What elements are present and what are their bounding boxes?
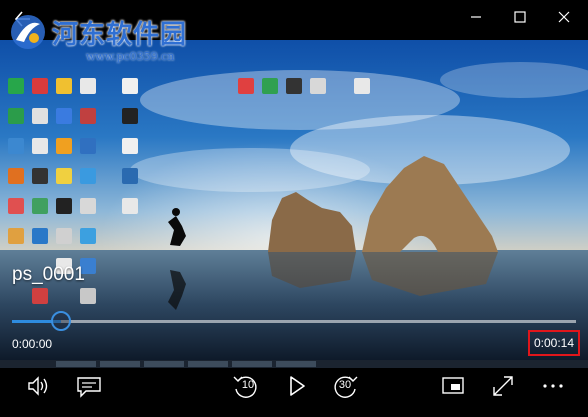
current-time: 0:00:00 xyxy=(12,337,53,351)
play-icon xyxy=(290,376,305,396)
desktop-icon xyxy=(32,198,48,214)
skip-back-button[interactable]: 10 xyxy=(230,371,260,401)
desktop-icon xyxy=(32,228,48,244)
desktop-icon xyxy=(80,168,96,184)
desktop-icon xyxy=(122,108,138,124)
seek-thumb[interactable] xyxy=(51,311,72,331)
more-icon xyxy=(543,384,563,388)
desktop-icon xyxy=(122,78,138,94)
playback-controls: 10 30 xyxy=(0,368,588,417)
desktop-icon xyxy=(286,78,302,94)
minimize-button[interactable] xyxy=(460,4,492,30)
captions-icon xyxy=(77,377,101,398)
mini-view-button[interactable] xyxy=(438,371,468,401)
total-time: 0:00:14 xyxy=(528,330,580,356)
desktop-icon xyxy=(32,288,48,304)
watermark-mark-icon xyxy=(11,15,45,49)
desktop-icon xyxy=(80,228,96,244)
desktop-icon xyxy=(8,198,24,214)
video-area[interactable]: ps_0001 0:00:00 0:00:14 xyxy=(0,40,588,360)
fullscreen-icon xyxy=(493,376,513,396)
more-button[interactable] xyxy=(538,371,568,401)
desktop-icon xyxy=(80,108,96,124)
desktop-icon xyxy=(56,168,72,184)
desktop-icon xyxy=(56,198,72,214)
watermark-logo: 河东软件园 xyxy=(6,12,187,52)
desktop-icon xyxy=(8,78,24,94)
fullscreen-button[interactable] xyxy=(488,371,518,401)
play-button[interactable] xyxy=(281,371,311,401)
desktop-icon xyxy=(310,78,326,94)
taskbar-item xyxy=(144,361,184,367)
volume-icon xyxy=(28,376,48,396)
mini-view-icon xyxy=(442,377,464,394)
desktop-icon xyxy=(8,138,24,154)
desktop-icon xyxy=(122,168,138,184)
skip-forward-seconds: 30 xyxy=(338,379,352,391)
taskbar-item xyxy=(100,361,140,367)
desktop-icon xyxy=(56,138,72,154)
desktop-icon xyxy=(80,138,96,154)
maximize-button[interactable] xyxy=(504,4,536,30)
taskbar-item xyxy=(188,361,228,367)
desktop-icon xyxy=(122,138,138,154)
desktop-icon xyxy=(80,198,96,214)
taskbar-item xyxy=(276,361,316,367)
desktop-icon xyxy=(8,168,24,184)
skip-back-seconds: 10 xyxy=(241,379,255,391)
desktop-icon xyxy=(262,78,278,94)
maximize-icon xyxy=(514,11,526,23)
close-icon xyxy=(558,11,570,23)
desktop-icon xyxy=(354,78,370,94)
desktop-icon xyxy=(56,78,72,94)
desktop-icon xyxy=(80,78,96,94)
desktop-icon xyxy=(8,108,24,124)
recorded-taskbar xyxy=(0,360,588,368)
minimize-icon xyxy=(471,16,481,18)
desktop-icon xyxy=(32,138,48,154)
volume-button[interactable] xyxy=(24,371,54,401)
desktop-icon xyxy=(8,228,24,244)
desktop-icon xyxy=(56,108,72,124)
file-title: ps_0001 xyxy=(12,264,85,285)
seek-bar[interactable] xyxy=(12,311,576,331)
skip-forward-button[interactable]: 30 xyxy=(331,371,361,401)
desktop-icon xyxy=(32,168,48,184)
captions-button[interactable] xyxy=(74,371,104,401)
watermark-url: www.pc0359.cn xyxy=(86,50,175,63)
desktop-icon xyxy=(80,288,96,304)
desktop-icon xyxy=(32,78,48,94)
watermark-name: 河东软件园 xyxy=(52,19,188,50)
taskbar-item xyxy=(56,361,96,367)
taskbar-item xyxy=(232,361,272,367)
desktop-icon xyxy=(238,78,254,94)
desktop-icon xyxy=(122,198,138,214)
desktop-icon xyxy=(56,228,72,244)
close-button[interactable] xyxy=(548,4,580,30)
desktop-icon xyxy=(32,108,48,124)
